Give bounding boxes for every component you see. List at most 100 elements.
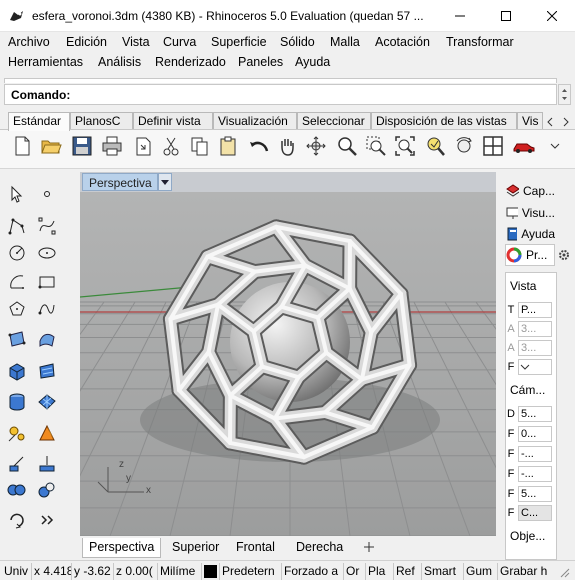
menu-paneles[interactable]: Paneles xyxy=(238,55,283,69)
explode-tool[interactable] xyxy=(34,421,60,445)
rotate-3d-tool[interactable] xyxy=(4,508,30,532)
transform-tool[interactable] xyxy=(4,421,30,445)
rhino-app-icon[interactable] xyxy=(8,8,26,24)
menu-vista[interactable]: Vista xyxy=(122,35,150,49)
tab-visualizacion[interactable]: Visualización xyxy=(213,112,297,130)
freeform-tool[interactable] xyxy=(34,297,60,321)
maximize-button[interactable] xyxy=(483,0,529,31)
zoom-dynamic-button[interactable] xyxy=(335,133,359,159)
annotation-tool[interactable] xyxy=(34,452,60,476)
vtab-derecha[interactable]: Derecha xyxy=(290,538,349,558)
new-file-button[interactable] xyxy=(10,133,34,159)
cylinder-tool[interactable] xyxy=(4,390,30,414)
property-row[interactable]: A 3... xyxy=(506,339,556,357)
zoom-window-button[interactable] xyxy=(364,133,388,159)
vtab-frontal[interactable]: Frontal xyxy=(230,538,281,558)
boolean-union-tool[interactable] xyxy=(4,478,30,502)
tab-overflow-icon[interactable] xyxy=(546,114,570,130)
property-row[interactable]: D 5... xyxy=(506,405,556,423)
pan-button[interactable] xyxy=(275,133,299,159)
vtab-perspectiva[interactable]: Perspectiva xyxy=(82,538,162,558)
minimize-button[interactable] xyxy=(437,0,483,31)
polygon-tool[interactable] xyxy=(4,297,30,321)
property-row-dropdown[interactable]: F xyxy=(506,358,556,376)
rectangle-tool[interactable] xyxy=(34,270,60,294)
panel-tab-capas[interactable]: Cap... xyxy=(505,180,555,202)
more-tools-button[interactable] xyxy=(34,508,60,532)
panel-tab-propiedades[interactable]: Pr... xyxy=(505,244,555,266)
property-row[interactable]: T P... xyxy=(506,301,556,319)
menu-ayuda[interactable]: Ayuda xyxy=(295,55,330,69)
four-viewports-button[interactable] xyxy=(481,133,505,159)
property-row[interactable]: F 5... xyxy=(506,485,556,503)
resize-grip-icon[interactable] xyxy=(558,566,570,578)
menu-acotacion[interactable]: Acotación xyxy=(375,35,430,49)
extrude-surface-tool[interactable] xyxy=(34,327,60,351)
property-row[interactable]: F -... xyxy=(506,465,556,483)
panel-tab-visualizacion[interactable]: Visu... xyxy=(505,202,555,224)
menu-analisis[interactable]: Análisis xyxy=(98,55,141,69)
rotate-view-button[interactable] xyxy=(304,133,328,159)
property-row[interactable]: A 3... xyxy=(506,320,556,338)
viewport-title-tab[interactable]: Perspectiva xyxy=(82,173,158,191)
tab-vis[interactable]: Vis xyxy=(517,112,543,130)
panel-tab-ayuda[interactable]: Ayuda xyxy=(505,223,555,245)
menu-edicion[interactable]: Edición xyxy=(66,35,107,49)
menu-curva[interactable]: Curva xyxy=(163,35,196,49)
sweep-tool[interactable] xyxy=(34,359,60,383)
status-record-history[interactable]: Grabar h xyxy=(498,563,554,580)
vtab-superior[interactable]: Superior xyxy=(166,538,225,558)
curve-tool[interactable] xyxy=(34,214,60,238)
status-gumball[interactable]: Gum xyxy=(464,563,498,580)
menu-transformar[interactable]: Transformar xyxy=(446,35,514,49)
property-row[interactable]: F -... xyxy=(506,445,556,463)
paste-button[interactable] xyxy=(216,133,240,159)
ellipse-tool[interactable] xyxy=(34,241,60,265)
status-ortho[interactable]: Or xyxy=(344,563,366,580)
status-unit-system[interactable]: Milíme xyxy=(158,563,202,580)
box-tool[interactable] xyxy=(4,359,30,383)
add-viewport-tab-button[interactable] xyxy=(357,538,381,558)
dimension-tool[interactable] xyxy=(4,452,30,476)
command-scrollbar[interactable] xyxy=(558,84,571,105)
status-units[interactable]: Univ xyxy=(2,563,32,580)
tab-seleccionar[interactable]: Seleccionar xyxy=(297,112,371,130)
open-file-button[interactable] xyxy=(39,133,63,159)
panel-settings-gear-icon[interactable] xyxy=(557,248,571,262)
toolbar-overflow-button[interactable] xyxy=(545,133,565,159)
circle-tool[interactable] xyxy=(4,241,30,265)
menu-superficie[interactable]: Superficie xyxy=(211,35,267,49)
viewport-menu-button[interactable] xyxy=(158,173,172,191)
command-input[interactable]: Comando: xyxy=(4,84,557,105)
cut-button[interactable] xyxy=(159,133,183,159)
menu-malla[interactable]: Malla xyxy=(330,35,360,49)
status-osnap[interactable]: Ref xyxy=(394,563,422,580)
status-smarttrack[interactable]: Smart xyxy=(422,563,464,580)
tab-disposicion-vistas[interactable]: Disposición de las vistas xyxy=(371,112,517,130)
menu-archivo[interactable]: Archivo xyxy=(8,35,50,49)
arc-tool[interactable] xyxy=(4,270,30,294)
menu-solido[interactable]: Sólido xyxy=(280,35,315,49)
menu-herramientas[interactable]: Herramientas xyxy=(8,55,83,69)
property-row[interactable]: F C... xyxy=(506,504,556,522)
save-button[interactable] xyxy=(70,133,94,159)
point-tool[interactable] xyxy=(34,182,60,206)
boolean-difference-tool[interactable] xyxy=(34,478,60,502)
render-button[interactable] xyxy=(512,133,536,159)
mesh-surface-tool[interactable] xyxy=(34,390,60,414)
status-layer-color[interactable] xyxy=(202,563,220,580)
perspective-viewport[interactable]: z y x xyxy=(80,192,496,536)
zoom-extents-button[interactable] xyxy=(393,133,417,159)
surface-corner-tool[interactable] xyxy=(4,327,30,351)
zoom-selected-button[interactable] xyxy=(423,133,447,159)
tab-definir-vista[interactable]: Definir vista xyxy=(133,112,213,130)
menu-renderizado[interactable]: Renderizado xyxy=(155,55,226,69)
property-row[interactable]: F 0... xyxy=(506,425,556,443)
polyline-tool[interactable] xyxy=(4,214,30,238)
status-planar[interactable]: Pla xyxy=(366,563,394,580)
import-button[interactable] xyxy=(131,133,155,159)
undo-button[interactable] xyxy=(247,133,271,159)
print-button[interactable] xyxy=(100,133,124,159)
tab-planosc[interactable]: PlanosC xyxy=(70,112,133,130)
close-button[interactable] xyxy=(529,0,575,31)
